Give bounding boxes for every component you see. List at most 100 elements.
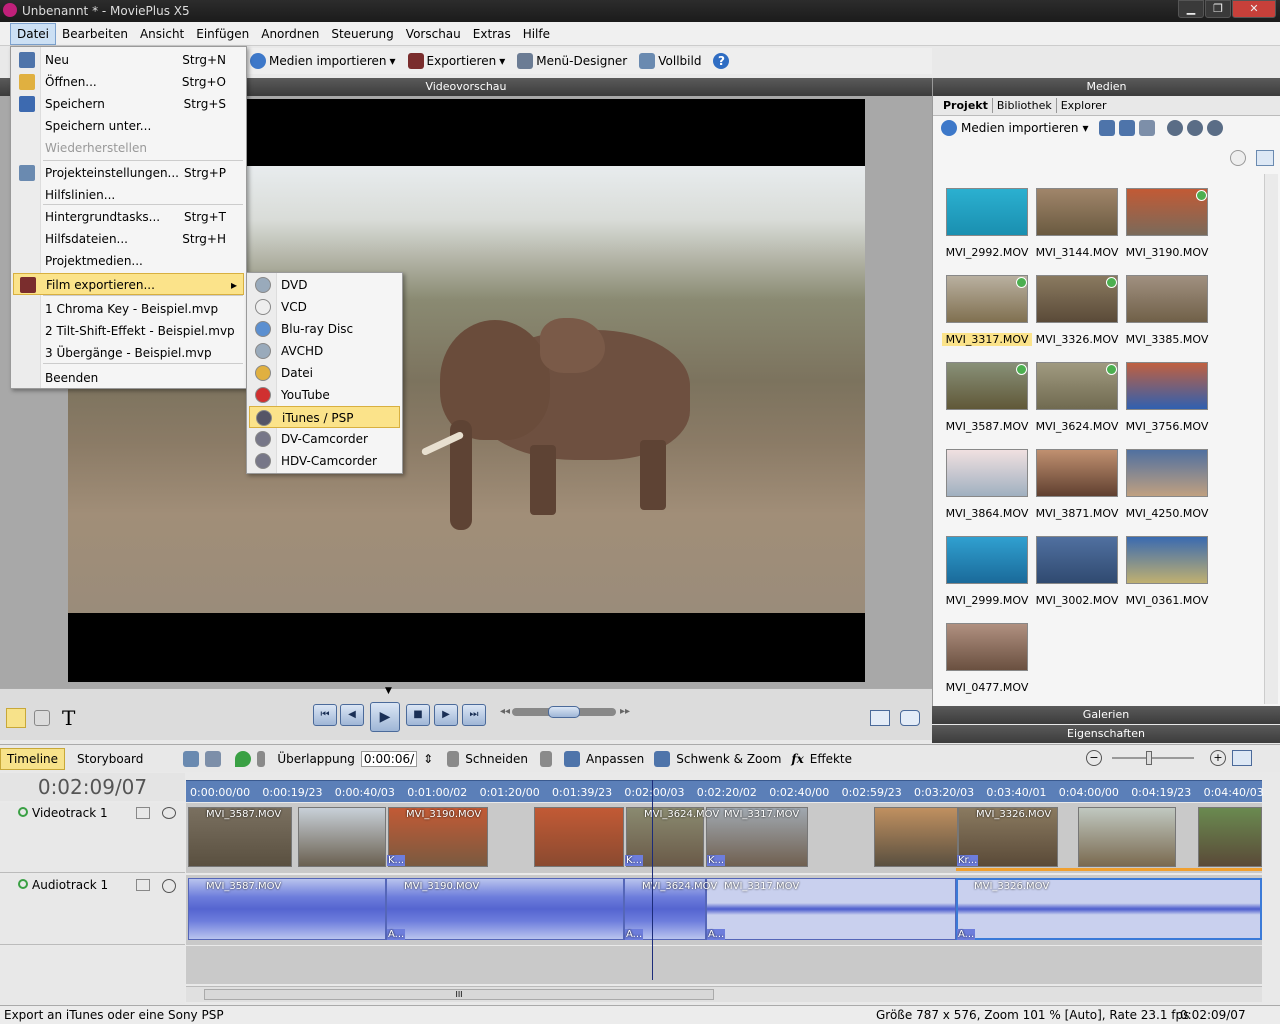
file-menu-item[interactable]: Film exportieren... ▸ [13, 273, 244, 295]
redo-icon[interactable] [1118, 120, 1135, 136]
audio-levels-icon[interactable] [205, 750, 222, 767]
audio-track[interactable]: MVI_3587.MOV MVI_3190.MOV MVI_3624.MOV MVI_… [186, 875, 1262, 945]
pointer-tool-icon[interactable] [6, 708, 26, 728]
media-import-button[interactable]: Medien importieren [961, 121, 1079, 135]
export-submenu-item[interactable]: DVD [249, 274, 400, 296]
tab-bibliothek[interactable]: Bibliothek [993, 98, 1057, 113]
menu-ansicht[interactable]: Ansicht [134, 24, 190, 44]
export-submenu-item[interactable]: Blu-ray Disc [249, 318, 400, 340]
menu-datei[interactable]: Datei [10, 22, 57, 45]
track-enable-icon[interactable] [18, 807, 28, 817]
spinner-icon[interactable]: ⇕ [423, 752, 433, 766]
export-button[interactable]: Exportieren ▾ [405, 53, 509, 69]
playhead[interactable] [652, 780, 653, 980]
media-thumbnail[interactable] [946, 188, 1028, 236]
file-menu-item[interactable]: Beenden [13, 367, 244, 389]
file-menu-item[interactable]: 1 Chroma Key - Beispiel.mvp [13, 298, 244, 320]
film-icon[interactable] [1186, 120, 1203, 136]
file-menu-item[interactable]: Projekteinstellungen... Strg+P [13, 162, 244, 184]
media-thumbnail[interactable] [1126, 275, 1208, 323]
video-clip[interactable] [298, 807, 386, 867]
microphone-icon[interactable] [257, 750, 266, 767]
fit-timeline-icon[interactable] [1232, 750, 1252, 766]
media-thumbnail[interactable] [946, 623, 1028, 671]
export-submenu-item[interactable]: iTunes / PSP [249, 406, 400, 428]
file-menu-item[interactable]: Öffnen... Strg+O [13, 71, 244, 93]
play-button[interactable]: ▶ [370, 702, 400, 732]
video-track[interactable]: MVI_3587.MOV MVI_3190.MOV MVI_3624.MOV MVI_… [186, 803, 1262, 873]
file-menu-item[interactable]: Hilfslinien... [13, 184, 244, 206]
pan-zoom-button[interactable]: Schwenk & Zoom [676, 752, 781, 766]
menu-einfuegen[interactable]: Einfügen [190, 24, 255, 44]
shuttle-thumb[interactable] [548, 706, 580, 718]
file-menu-item[interactable]: Projektmedien... [13, 250, 244, 272]
file-menu-item[interactable]: Hilfsdateien... Strg+H [13, 228, 244, 250]
media-thumbnail[interactable] [1036, 449, 1118, 497]
volume-icon[interactable] [162, 879, 176, 893]
video-clip[interactable] [534, 807, 624, 867]
audio-icon[interactable] [1206, 120, 1223, 136]
export-submenu-item[interactable]: YouTube [249, 384, 400, 406]
zoom-slider[interactable] [1112, 757, 1194, 759]
tab-explorer[interactable]: Explorer [1057, 98, 1111, 113]
menu-hilfe[interactable]: Hilfe [517, 24, 556, 44]
prev-frame-button[interactable]: ◀ [340, 704, 364, 726]
media-thumbnail[interactable] [946, 536, 1028, 584]
menu-designer-button[interactable]: Menü-Designer [514, 53, 630, 69]
visibility-eye-icon[interactable] [162, 807, 176, 819]
galleries-header[interactable]: Galerien [932, 706, 1280, 724]
menu-anordnen[interactable]: Anordnen [255, 24, 325, 44]
edit-icon[interactable] [1138, 120, 1155, 136]
properties-header[interactable]: Eigenschaften [932, 725, 1280, 743]
export-submenu-item[interactable]: DV-Camcorder [249, 428, 400, 450]
stop-button[interactable]: ■ [406, 704, 430, 726]
info-icon[interactable] [1230, 150, 1246, 166]
track-enable-icon[interactable] [18, 879, 28, 889]
menu-vorschau[interactable]: Vorschau [400, 24, 467, 44]
maximize-button[interactable]: ❐ [1205, 0, 1231, 18]
menu-extras[interactable]: Extras [467, 24, 517, 44]
track-menu-icon[interactable] [136, 807, 150, 819]
timeline-ruler[interactable]: 0:00:00/00 0:00:19/23 0:00:40/03 0:01:00/02… [186, 780, 1264, 802]
close-button[interactable]: ✕ [1232, 0, 1276, 18]
file-menu-item[interactable]: Neu Strg+N [13, 49, 244, 71]
media-thumbnail[interactable] [1126, 536, 1208, 584]
preview-layout-icon[interactable] [870, 710, 890, 726]
snapshot-camera-icon[interactable] [900, 710, 920, 726]
undo-icon[interactable] [1098, 120, 1115, 136]
tab-projekt[interactable]: Projekt [939, 98, 993, 113]
marker-icon[interactable] [235, 750, 252, 767]
go-end-button[interactable]: ⏭ [462, 704, 486, 726]
media-thumbnail[interactable] [1036, 536, 1118, 584]
effects-button[interactable]: Effekte [810, 752, 852, 766]
zoom-out-icon[interactable]: − [1086, 750, 1102, 766]
tab-timeline[interactable]: Timeline [0, 747, 66, 770]
media-thumbnail[interactable] [1126, 362, 1208, 410]
export-submenu-item[interactable]: AVCHD [249, 340, 400, 362]
menu-steuerung[interactable]: Steuerung [325, 24, 399, 44]
video-clip[interactable] [874, 807, 958, 867]
file-menu-item[interactable]: 2 Tilt-Shift-Effekt - Beispiel.mvp [13, 320, 244, 342]
cut-button[interactable]: Schneiden [465, 752, 528, 766]
tab-storyboard[interactable]: Storyboard [71, 749, 149, 769]
grid-view-icon[interactable] [1256, 150, 1274, 166]
stop-icon[interactable] [1166, 120, 1183, 136]
media-thumbnail[interactable] [946, 449, 1028, 497]
export-submenu-item[interactable]: Datei [249, 362, 400, 384]
overlap-input[interactable]: 0:00:06/ [360, 750, 418, 767]
file-menu-item[interactable]: 3 Übergänge - Beispiel.mvp [13, 342, 244, 364]
help-button[interactable]: ? [710, 53, 732, 69]
export-submenu-item[interactable]: HDV-Camcorder [249, 450, 400, 472]
next-frame-button[interactable]: ▶ [434, 704, 458, 726]
file-menu-item[interactable]: Speichern Strg+S [13, 93, 244, 115]
fit-button[interactable]: Anpassen [586, 752, 644, 766]
minimize-button[interactable]: ▁ [1178, 0, 1204, 18]
zoom-in-icon[interactable]: + [1210, 750, 1226, 766]
media-thumbnail[interactable] [1126, 449, 1208, 497]
file-menu-item[interactable]: Speichern unter... [13, 115, 244, 137]
file-menu-item[interactable]: Hintergrundtasks... Strg+T [13, 206, 244, 228]
go-start-button[interactable]: ⏮ [313, 704, 337, 726]
link-icon[interactable] [183, 750, 200, 767]
hand-tool-icon[interactable] [34, 710, 50, 726]
scroll-thumb[interactable]: III [204, 989, 714, 1000]
